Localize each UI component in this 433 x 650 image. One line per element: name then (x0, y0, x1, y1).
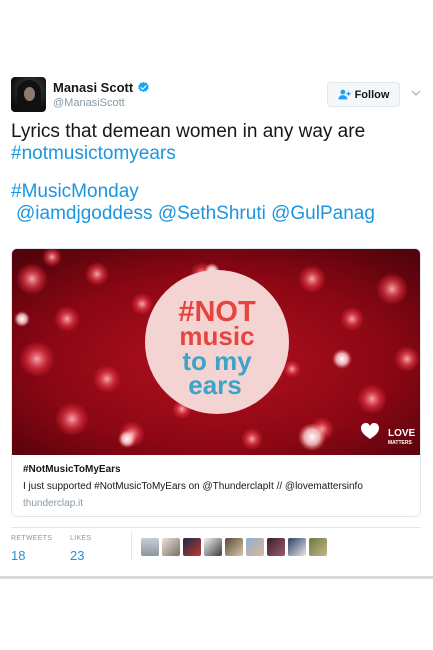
liker-avatar[interactable] (162, 538, 180, 556)
mention-link[interactable]: @SethShruti (158, 203, 266, 224)
card-description: I just supported #NotMusicToMyEars on @T… (23, 481, 363, 492)
brand-matters: MATTERS (388, 440, 412, 446)
liker-avatar[interactable] (183, 538, 201, 556)
card-domain[interactable]: thunderclap.it (23, 498, 83, 509)
liker-avatar[interactable] (246, 538, 264, 556)
hashtag-link[interactable]: #MusicMonday (11, 181, 423, 203)
liker-avatar[interactable] (204, 538, 222, 556)
likes-stat[interactable]: LIKES 23 (70, 535, 91, 563)
tweet: Manasi Scott @ManasiScott Follow Lyrics … (0, 0, 433, 650)
liker-avatar[interactable] (309, 538, 327, 556)
verified-badge-icon (138, 81, 149, 93)
stats-separator (131, 531, 132, 561)
divider (11, 527, 421, 528)
liker-avatar[interactable] (225, 538, 243, 556)
follow-button[interactable]: Follow (327, 82, 400, 107)
follow-button-label: Follow (354, 88, 390, 101)
logo-line-4: ears (188, 370, 242, 400)
retweets-stat[interactable]: RETWEETS 18 (11, 535, 52, 563)
display-name[interactable]: Manasi Scott (53, 80, 133, 95)
avatar-face (24, 87, 35, 101)
likes-count[interactable]: 23 (70, 548, 91, 563)
hashtag-link[interactable]: #notmusictomyears (11, 143, 423, 165)
card-image[interactable]: #NOT music to my ears LOVE MATTERS (12, 249, 420, 455)
mention-link[interactable]: @GulPanag (271, 203, 375, 224)
link-card[interactable]: #NOT music to my ears LOVE MATTERS #NotM… (11, 248, 421, 517)
liker-avatar[interactable] (141, 538, 159, 556)
likes-label: LIKES (70, 535, 92, 542)
retweets-label: RETWEETS (11, 535, 53, 542)
retweets-count[interactable]: 18 (11, 548, 52, 563)
avatar[interactable] (11, 77, 46, 112)
tweet-text: Lyrics that demean women in any way are … (11, 121, 423, 225)
tweet-text-line: Lyrics that demean women in any way are (11, 121, 366, 142)
liker-avatar[interactable] (267, 538, 285, 556)
chevron-down-icon[interactable] (411, 88, 421, 98)
likers-avatars (141, 538, 327, 556)
user-handle[interactable]: @ManasiScott (53, 97, 125, 109)
liker-avatar[interactable] (288, 538, 306, 556)
bokeh-background: #NOT music to my ears LOVE MATTERS (12, 249, 420, 455)
brand-love: LOVE (388, 428, 416, 439)
bottom-divider (0, 576, 433, 579)
card-title[interactable]: #NotMusicToMyEars (23, 464, 121, 475)
mention-link[interactable]: @iamdjgoddess (16, 203, 153, 224)
display-name-row[interactable]: Manasi Scott (53, 80, 150, 95)
follow-person-icon (337, 89, 351, 100)
